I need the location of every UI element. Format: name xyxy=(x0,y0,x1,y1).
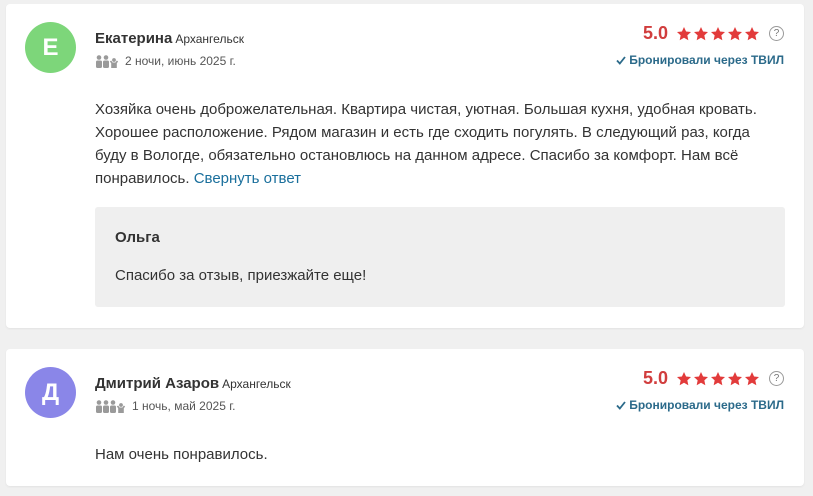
check-icon xyxy=(616,55,626,65)
star-icon xyxy=(677,26,691,40)
star-icon xyxy=(728,371,742,385)
reviewer-line: Дмитрий Азаров Архангельск xyxy=(95,375,291,393)
check-icon xyxy=(616,400,626,410)
review-text: Хозяйка очень доброжелательная. Квартира… xyxy=(95,98,785,190)
reviewer-city: Архангельск xyxy=(175,32,244,46)
star-icon xyxy=(745,371,759,385)
collapse-reply-link[interactable]: Свернуть ответ xyxy=(194,170,301,187)
guests-icon xyxy=(95,54,119,68)
reviewer-name: Дмитрий Азаров xyxy=(95,375,220,392)
reply-author: Ольга xyxy=(115,229,160,246)
review-card: Е Екатерина Архангельск 2 ночи, июнь 2025… xyxy=(6,4,804,328)
reviewer-name: Екатерина xyxy=(95,30,173,47)
review-card: Д Дмитрий Азаров Архангельск 1 ночь, май … xyxy=(6,349,804,486)
star-icon xyxy=(745,26,759,40)
booked-badge: Бронировали через ТВИЛ xyxy=(616,398,784,412)
review-body: Нам очень понравилось. xyxy=(95,446,268,463)
rating-score: 5.0 xyxy=(642,23,668,43)
reviewer-city: Архангельск xyxy=(222,377,291,391)
owner-reply: Ольга Спасибо за отзыв, приезжайте еще! xyxy=(95,207,785,307)
star-icon xyxy=(677,371,691,385)
rating: 5.0 ? xyxy=(643,368,784,389)
stay-info: 2 ночи, июнь 2025 г. xyxy=(95,54,236,68)
stay-text: 1 ночь, май 2025 г. xyxy=(132,399,236,413)
booked-text: Бронировали через ТВИЛ xyxy=(629,398,784,412)
rating-stars xyxy=(676,26,760,42)
avatar: Д xyxy=(25,367,76,418)
star-icon xyxy=(711,26,725,40)
guests-icon xyxy=(95,399,126,413)
star-icon xyxy=(694,371,708,385)
star-icon xyxy=(694,26,708,40)
stay-info: 1 ночь, май 2025 г. xyxy=(95,399,235,413)
star-icon xyxy=(711,371,725,385)
help-icon[interactable]: ? xyxy=(769,371,784,386)
booked-badge: Бронировали через ТВИЛ xyxy=(616,53,784,67)
rating-score: 5.0 xyxy=(642,368,668,388)
avatar: Е xyxy=(25,22,76,73)
booked-text: Бронировали через ТВИЛ xyxy=(629,53,784,67)
reply-text: Спасибо за отзыв, приезжайте еще! xyxy=(115,267,367,284)
stay-text: 2 ночи, июнь 2025 г. xyxy=(125,54,236,68)
review-text: Нам очень понравилось. xyxy=(95,443,785,466)
help-icon[interactable]: ? xyxy=(769,26,784,41)
rating: 5.0 ? xyxy=(643,23,784,44)
star-icon xyxy=(728,26,742,40)
reviewer-line: Екатерина Архангельск xyxy=(95,30,244,48)
rating-stars xyxy=(676,371,760,387)
